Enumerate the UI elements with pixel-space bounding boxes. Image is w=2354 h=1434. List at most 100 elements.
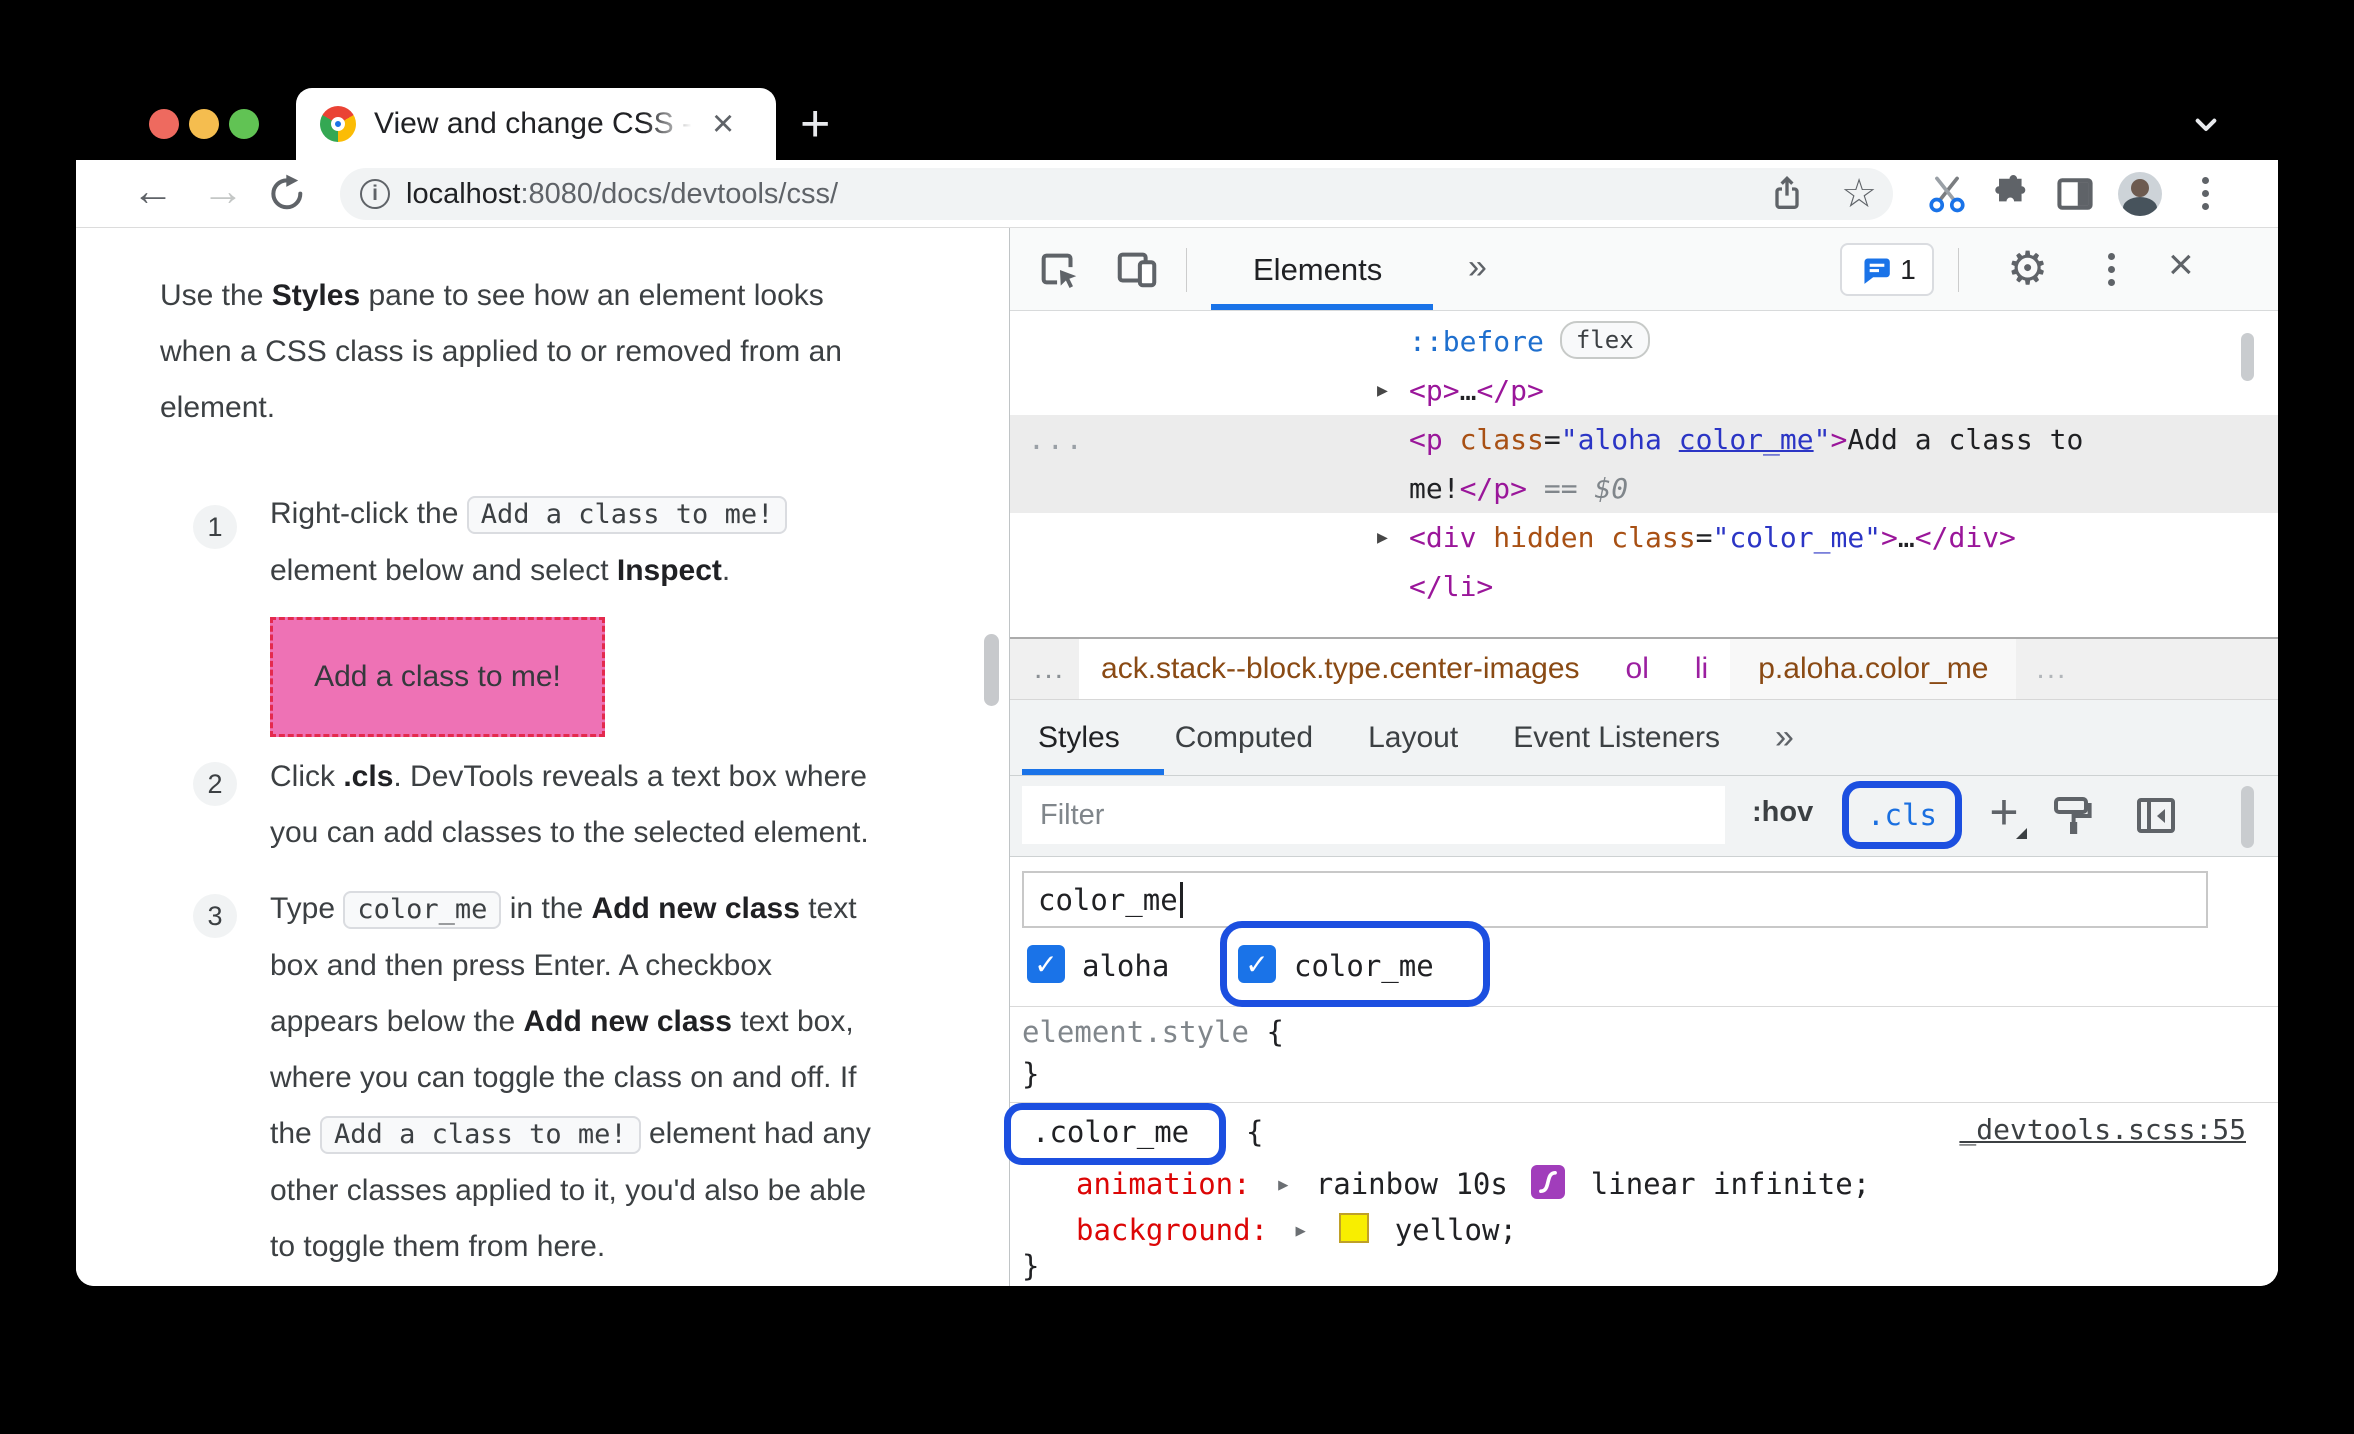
doc-text: the [270,1117,321,1150]
doc-text: box and then press Enter. A checkbox [270,949,773,982]
dock-styles-sidebar-icon[interactable] [2132,792,2180,840]
dom-scrollbar-thumb[interactable] [2241,333,2254,381]
maximize-window-button[interactable] [229,109,259,139]
dom-token: class [1594,521,1696,554]
class-checkbox-aloha[interactable]: ✓ [1027,945,1065,983]
styles-filter-input[interactable] [1022,786,1725,844]
browser-menu-kebab-icon[interactable] [2202,190,2209,197]
expand-arrow-icon[interactable]: ▶ [1377,513,1388,562]
property-value: yellow; [1394,1213,1517,1247]
styles-scrollbar-thumb[interactable] [2241,786,2254,848]
breadcrumb-item[interactable]: ack.stack--block.type.center-images [1101,652,1580,686]
dom-token: hidden [1476,521,1595,554]
breadcrumb-item[interactable]: ol [1626,652,1649,686]
profile-avatar[interactable] [2118,172,2162,216]
dom-token: = [1695,521,1713,554]
bookmark-star-icon[interactable]: ☆ [1841,174,1877,214]
dom-token: > [1830,423,1848,456]
avatar-image [2118,172,2162,216]
add-new-class-value: color_me [1038,882,1178,917]
doc-text: Use the [160,279,272,312]
issues-counter-button[interactable]: 1 [1840,243,1934,296]
stylesheet-source-link[interactable]: _devtools.scss:55 [1959,1113,2246,1146]
class-checkbox-color-me[interactable]: ✓ [1238,945,1276,983]
dom-token: … [1459,374,1477,407]
dom-node-selected[interactable]: ... <p class="aloha color_me">Add a class… [1010,415,2278,513]
more-panels-chevron[interactable]: » [1468,248,1487,287]
url-path: :8080/docs/devtools/css/ [520,177,839,210]
side-panel-icon[interactable] [2053,172,2097,216]
step-3-text: Type color_me in the Add new class text b… [270,881,1010,1275]
color-me-rule[interactable]: .color_me { _devtools.scss:55 animation:… [1004,1103,2278,1285]
close-window-button[interactable] [149,109,179,139]
add-class-demo-element[interactable]: Add a class to me! [270,617,605,737]
breadcrumb-item[interactable]: li [1695,652,1708,686]
dom-node[interactable]: ▶ <p>…</p> [1010,366,2278,415]
share-icon[interactable] [1767,174,1807,214]
dom-token: </p> [1476,374,1544,407]
toggle-hover-state-button[interactable]: :hov [1752,796,1813,829]
browser-tab[interactable]: View and change CSS - Chrome × [296,88,776,160]
tab-event-listeners[interactable]: Event Listeners [1513,721,1720,755]
devtools-settings-gear-icon[interactable]: ⚙ [2007,245,2048,291]
expand-arrow-icon[interactable]: ▶ [1296,1221,1306,1241]
back-button[interactable]: ← [132,170,174,212]
new-tab-button[interactable]: + [800,94,830,154]
brace-open: { [1246,1115,1264,1149]
dom-token: <p> [1409,374,1460,407]
dom-token: == [1527,472,1595,505]
doc-text: element below and select [270,554,617,587]
doc-text: element had any [640,1117,871,1150]
elements-tab[interactable]: Elements [1253,252,1382,288]
breadcrumb-overflow-right[interactable]: ... [2036,652,2067,686]
dom-token: </li> [1409,570,1494,603]
reload-button[interactable] [266,173,308,215]
minimize-window-button[interactable] [189,109,219,139]
demo-element-label: Add a class to me! [314,660,561,693]
css-property-row[interactable]: background: ▶ yellow; [1076,1213,1517,1247]
issues-count: 1 [1900,253,1916,285]
more-panes-chevron[interactable]: » [1775,718,1794,757]
breadcrumb-overflow-left[interactable]: ... [1034,652,1065,686]
dom-node[interactable]: ::before flex [1010,317,2278,366]
text-caret [1179,881,1183,918]
dom-token: Add a class to [1847,423,2084,456]
dom-guide-dots: ... [1028,423,1085,456]
bezier-editor-icon[interactable] [1531,1165,1566,1199]
tab-close-icon[interactable]: × [712,105,734,143]
element-style-rule[interactable]: element.style { } [1010,1007,2278,1103]
inspect-element-icon[interactable] [1036,246,1082,292]
doc-text: in the [501,892,592,925]
tab-search-chevron-icon[interactable] [2186,104,2226,144]
site-info-icon[interactable]: i [360,179,390,209]
content-scrollbar-thumb[interactable] [984,634,999,706]
scissors-extension-icon[interactable] [1925,172,1969,216]
device-toolbar-icon[interactable] [1114,246,1160,292]
tab-styles[interactable]: Styles [1038,721,1120,755]
tab-layout[interactable]: Layout [1368,721,1458,755]
class-checkbox-aloha-label: aloha [1082,949,1170,983]
css-property-row[interactable]: animation: ▶ rainbow 10s linear infinite… [1076,1165,1870,1201]
styles-filter-bar: :hov .cls + [1010,776,2278,857]
dom-node[interactable]: ▶ <div hidden class="color_me">…</div> [1010,513,2278,562]
tab-title-wrap: View and change CSS - Chrome [374,104,704,144]
address-bar[interactable]: i localhost:8080/docs/devtools/css/ ☆ [340,168,1893,220]
chrome-favicon-icon [320,106,356,142]
extensions-puzzle-icon[interactable] [1988,172,2032,216]
element-classes-button[interactable]: .cls [1867,798,1937,832]
add-new-class-input[interactable]: color_me [1022,871,2208,928]
doc-text: Right-click the [270,497,467,530]
color-swatch[interactable] [1339,1213,1370,1243]
forward-button[interactable]: → [202,170,244,212]
doc-code-chip: Add a class to me! [466,496,788,534]
devtools-close-icon[interactable]: × [2168,243,2194,287]
rendering-emulation-icon[interactable] [2048,792,2096,840]
dom-node[interactable]: </li> [1010,562,2278,611]
devtools-menu-kebab-icon[interactable] [2108,266,2115,273]
expand-arrow-icon[interactable]: ▶ [1278,1175,1288,1195]
brace-open: { [1248,1015,1284,1049]
doc-bold-text: Styles [271,279,361,312]
expand-arrow-icon[interactable]: ▶ [1377,366,1388,415]
tab-computed[interactable]: Computed [1175,721,1313,755]
breadcrumb-item-selected[interactable]: p.aloha.color_me [1758,652,1988,686]
